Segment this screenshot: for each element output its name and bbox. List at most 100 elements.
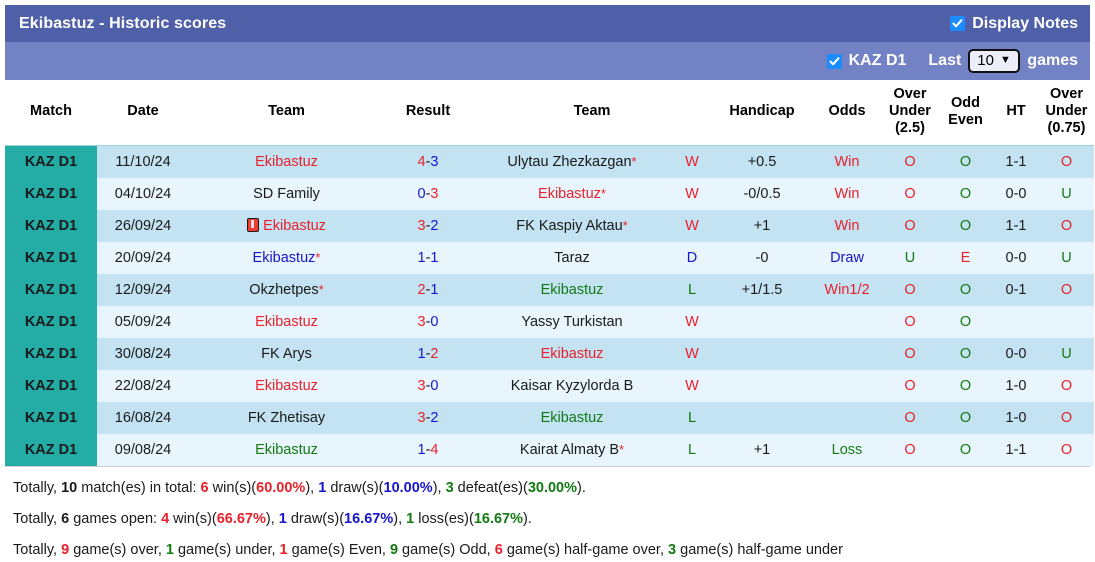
cell-result[interactable]: 2-1 [384,273,472,306]
cell-over-under-075: O [1039,273,1094,306]
cell-over-under-25: O [882,209,938,242]
cell-home-team[interactable]: Ekibastuz [189,305,384,338]
l1-p5: draw(s)( [326,479,384,496]
cell-league[interactable]: KAZ D1 [5,369,97,402]
cell-away-team[interactable]: Yassy Turkistan [472,305,672,338]
col-date[interactable]: Date [97,80,189,146]
table-row[interactable]: KAZ D1 30/08/24 FK Arys 1-2 Ekibastuz W O O 0-0 U [5,337,1094,370]
col-team-away[interactable]: Team [472,80,712,146]
cell-away-team[interactable]: Kaisar Kyzylorda B [472,369,672,402]
cell-league[interactable]: KAZ D1 [5,177,97,210]
l1-p4: ), [305,479,319,496]
score-away: 2 [430,409,439,426]
cell-ht: 1-0 [993,369,1039,402]
col-over-under-075[interactable]: Over Under (0.75) [1039,80,1094,146]
cell-date: 16/08/24 [97,401,189,434]
league-filter-checkbox[interactable] [826,53,842,69]
asterisk-marker: * [622,217,628,233]
cell-away-team[interactable]: Kairat Almaty B* [472,433,672,466]
col-ou25-line3: (2.5) [895,120,925,136]
cell-home-team[interactable]: SD Family [189,177,384,210]
cell-home-team[interactable]: Ekibastuz [189,369,384,402]
cell-league[interactable]: KAZ D1 [5,401,97,434]
l2-draws-pct: 16.67% [344,510,394,527]
col-odd-even[interactable]: Odd Even [938,80,993,146]
cell-home-team[interactable]: Ekibastuz [189,209,384,242]
cell-home-team[interactable]: Ekibastuz [189,433,384,466]
cell-away-team[interactable]: Ekibastuz* [472,177,672,210]
cell-over-under-25: O [882,305,938,338]
table-row[interactable]: KAZ D1 16/08/24 FK Zhetisay 3-2 Ekibastuz L O O… [5,401,1094,434]
cell-league[interactable]: KAZ D1 [5,241,97,274]
cell-home-team[interactable]: FK Arys [189,337,384,370]
cell-home-team[interactable]: Ekibastuz* [189,241,384,274]
cell-result[interactable]: 1-2 [384,337,472,370]
cell-home-team[interactable]: Ekibastuz [189,145,384,178]
cell-away-team[interactable]: Taraz [472,241,672,274]
cell-league[interactable]: KAZ D1 [5,145,97,178]
col-over-under-25[interactable]: Over Under (2.5) [882,80,938,146]
cell-league[interactable]: KAZ D1 [5,305,97,338]
cell-ht: 0-1 [993,273,1039,306]
handicap-value: -0/0.5 [743,185,781,202]
table-row[interactable]: KAZ D1 20/09/24 Ekibastuz* 1-1 Taraz D -0 Draw U… [5,241,1094,274]
cell-league[interactable]: KAZ D1 [5,433,97,466]
odds-value: Win [834,153,860,170]
table-row[interactable]: KAZ D1 26/09/24 Ekibastuz 3-2 FK Kaspiy Akta… [5,209,1094,242]
odd-even-value: O [959,313,972,330]
cell-league[interactable]: KAZ D1 [5,209,97,242]
l3-p6: game(s) half-game over, [502,541,669,558]
cell-result[interactable]: 1-4 [384,433,472,466]
l2-wins: 4 [161,510,170,527]
home-team-name: Ekibastuz [255,377,318,394]
cell-date: 26/09/24 [97,209,189,242]
cell-result[interactable]: 3-2 [384,209,472,242]
filter-bar: KAZ D1 Last 10 ▼ games [5,42,1090,80]
cell-odd-even: O [938,369,993,402]
cell-away-team[interactable]: Ekibastuz [472,401,672,434]
over-under-25-value: O [904,217,916,234]
cell-league[interactable]: KAZ D1 [5,337,97,370]
cell-home-team[interactable]: Okzhetpes* [189,273,384,306]
display-notes-checkbox[interactable] [950,16,966,31]
cell-away-team[interactable]: FK Kaspiy Aktau* [472,209,672,242]
cell-result[interactable]: 4-3 [384,145,472,178]
cell-odds [812,337,882,370]
col-odds[interactable]: Odds [812,80,882,146]
cell-away-team[interactable]: Ulytau Zhezkazgan* [472,145,672,178]
cell-ht: 0-0 [993,337,1039,370]
score-home: 3 [417,409,426,426]
ht-score: 1-0 [1005,377,1027,394]
cell-odds: Win [812,177,882,210]
table-row[interactable]: KAZ D1 09/08/24 Ekibastuz 1-4 Kairat Almaty … [5,433,1094,466]
cell-over-under-075: U [1039,337,1094,370]
cell-league[interactable]: KAZ D1 [5,273,97,306]
odds-value: Draw [830,249,864,266]
cell-result[interactable]: 3-2 [384,401,472,434]
odd-even-value: E [960,249,971,266]
score-away: 1 [430,249,439,266]
table-row[interactable]: KAZ D1 04/10/24 SD Family 0-3 Ekibastuz* W -0/… [5,177,1094,210]
col-team-home[interactable]: Team [189,80,384,146]
table-row[interactable]: KAZ D1 11/10/24 Ekibastuz 4-3 Ulytau Zhezkaz… [5,145,1094,178]
wdl-badge: W [685,313,699,330]
cell-odds: Loss [812,433,882,466]
cell-result[interactable]: 0-3 [384,177,472,210]
cell-wdl: L [672,433,712,466]
cell-away-team[interactable]: Ekibastuz [472,273,672,306]
col-match[interactable]: Match [5,80,97,146]
table-row[interactable]: KAZ D1 22/08/24 Ekibastuz 3-0 Kaisar Kyzylor… [5,369,1094,402]
cell-result[interactable]: 3-0 [384,305,472,338]
cell-home-team[interactable]: FK Zhetisay [189,401,384,434]
cell-result[interactable]: 1-1 [384,241,472,274]
col-handicap[interactable]: Handicap [712,80,812,146]
cell-away-team[interactable]: Ekibastuz [472,337,672,370]
display-notes-option[interactable]: Display Notes [950,15,1078,33]
league-filter-option[interactable]: KAZ D1 [826,52,906,70]
table-row[interactable]: KAZ D1 12/09/24 Okzhetpes* 2-1 Ekibastuz L +1/… [5,273,1094,306]
col-ht[interactable]: HT [993,80,1039,146]
col-result[interactable]: Result [384,80,472,146]
last-games-select[interactable]: 10 ▼ [968,49,1021,73]
table-row[interactable]: KAZ D1 05/09/24 Ekibastuz 3-0 Yassy Turkista… [5,305,1094,338]
cell-result[interactable]: 3-0 [384,369,472,402]
